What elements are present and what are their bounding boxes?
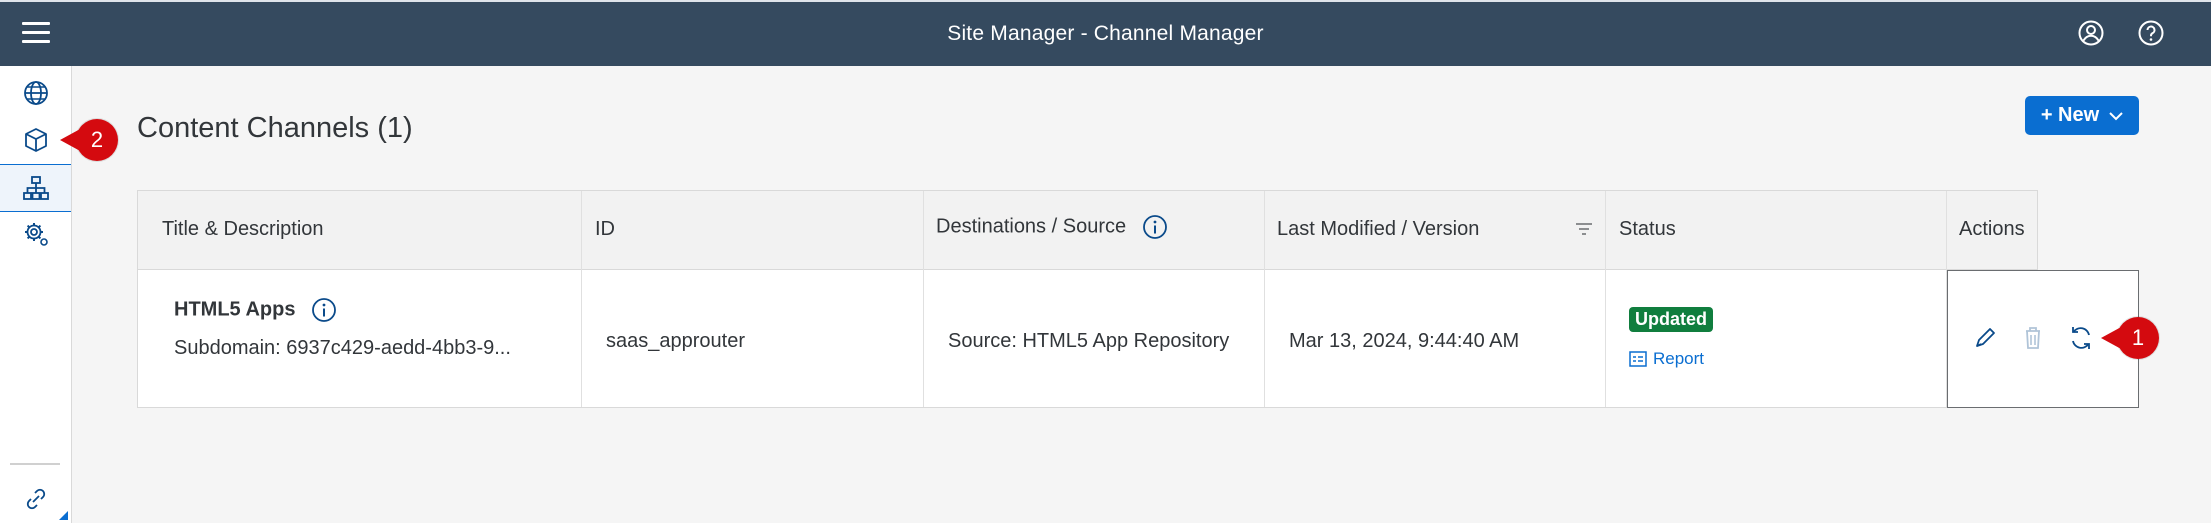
callout-number: 1 — [2131, 325, 2145, 350]
channel-source: Source: HTML5 App Repository — [948, 330, 1230, 352]
column-header-destinations-label: Destinations / Source — [936, 215, 1127, 238]
report-icon — [1629, 351, 1647, 367]
cube-icon — [24, 128, 47, 152]
chevron-down-icon — [2109, 111, 2123, 120]
channel-title-text: HTML5 Apps — [174, 298, 296, 321]
shell-title: Site Manager - Channel Manager — [947, 22, 1264, 45]
report-link[interactable]: Report — [1629, 349, 1704, 369]
refresh-icon[interactable] — [2066, 323, 2096, 353]
shell-bar: Site Manager - Channel Manager — [0, 0, 2211, 66]
info-icon[interactable] — [1142, 214, 1168, 240]
channel-title: HTML5 Apps — [174, 297, 337, 323]
nav-expand-corner[interactable] — [59, 511, 68, 520]
nav-item-settings[interactable] — [0, 211, 71, 257]
page-title: Content Channels (1) — [137, 112, 413, 144]
nav-item-channel-manager[interactable] — [0, 164, 71, 212]
callout-number: 2 — [90, 127, 104, 152]
globe-icon — [23, 81, 48, 105]
column-header-destinations[interactable]: Destinations / Source — [936, 214, 1168, 240]
content-channels-table: Title & Description ID Destinations / So… — [137, 190, 2139, 408]
callout-badge-nav: 2 — [60, 119, 118, 161]
nav-separator — [10, 463, 60, 465]
column-header-status[interactable]: Status — [1619, 218, 1676, 241]
callout-badge-actions: 1 — [2101, 317, 2159, 359]
user-icon[interactable] — [2077, 19, 2105, 47]
delete-icon[interactable] — [2018, 323, 2048, 353]
edit-icon[interactable] — [1970, 323, 2000, 353]
help-icon[interactable] — [2137, 19, 2165, 47]
channel-description: Subdomain: 6937c429-aedd-4bb3-9... — [174, 337, 511, 359]
link-icon — [26, 488, 45, 510]
hierarchy-icon — [22, 176, 49, 200]
info-icon[interactable] — [311, 297, 337, 323]
new-button[interactable]: + New — [2025, 96, 2139, 135]
column-header-last-modified[interactable]: Last Modified / Version — [1277, 218, 1479, 241]
channel-last-modified: Mar 13, 2024, 9:44:40 AM — [1289, 330, 1520, 352]
report-label: Report — [1653, 349, 1705, 368]
gear-icon — [24, 223, 48, 246]
status-badge: Updated — [1629, 307, 1713, 332]
column-header-title[interactable]: Title & Description — [162, 218, 324, 241]
new-button-label: + New — [2040, 104, 2100, 126]
filter-sort-icon[interactable] — [1575, 222, 1593, 238]
channel-id: saas_approuter — [606, 330, 745, 352]
nav-item-sites[interactable] — [0, 70, 71, 116]
column-header-id[interactable]: ID — [595, 218, 615, 241]
column-header-actions: Actions — [1959, 218, 2025, 240]
